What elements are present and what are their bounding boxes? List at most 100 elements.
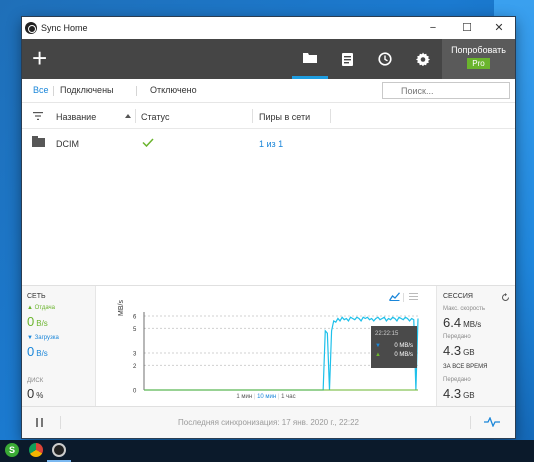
max-speed-value: 6.4 (443, 315, 462, 330)
network-panel: СЕТЬ ▲ Отдача 0 B/s ▼ Загрузка 0 B/s ДИСК … (22, 286, 96, 407)
checkmark-icon (142, 138, 154, 147)
divider (53, 86, 54, 96)
range-10min[interactable]: 10 мин (257, 394, 276, 400)
toolbar: + Попробовать Pro (22, 39, 515, 79)
down-arrow-icon: ▼ (375, 343, 381, 349)
status-bar: Последняя синхронизация: 17 янв. 2020 г.… (22, 406, 515, 438)
transferred-unit: GB (463, 348, 475, 357)
add-folder-button[interactable]: + (32, 43, 47, 73)
table-header: Название Статус Пиры в сети (22, 103, 515, 129)
filter-disconnected-tab[interactable]: Отключено (150, 85, 197, 95)
history-tab-button[interactable] (367, 39, 403, 79)
divider (330, 109, 331, 123)
filter-connected-tab[interactable]: Подключены (60, 85, 114, 95)
y-tick-label: 2 (133, 364, 137, 370)
sync-taskbar-icon[interactable] (52, 443, 66, 457)
line-chart-icon[interactable] (389, 292, 400, 301)
tooltip-up: 0 MB/s (394, 352, 413, 358)
pro-badge: Pro (467, 58, 490, 69)
disk-label: ДИСК (27, 378, 44, 384)
divider (135, 109, 136, 123)
folders-tab-button[interactable] (292, 39, 328, 79)
upload-label: ▲ Отдача (27, 305, 55, 311)
title-bar: Sync Home − ☐ ✕ (22, 17, 515, 39)
range-selector: 1 мин | 10 мин | 1 час (96, 394, 436, 400)
transferred: 4.3 GB (443, 343, 475, 358)
try-pro-button[interactable]: Попробовать Pro (442, 39, 515, 79)
folder-icon (32, 136, 45, 147)
max-speed-label: Макс. скорость (443, 306, 486, 312)
minimize-button[interactable]: − (417, 17, 449, 39)
chart-ticks: 02356 (133, 315, 137, 395)
range-1min[interactable]: 1 мин (236, 394, 252, 400)
alltime-label: Передано (443, 377, 471, 383)
folder-name: DCIM (56, 139, 79, 149)
transferred-value: 4.3 (443, 343, 462, 358)
y-tick-label: 6 (133, 315, 137, 321)
filter-all-tab[interactable]: Все (33, 85, 49, 95)
peers-count[interactable]: 1 из 1 (259, 139, 283, 149)
s-app-icon[interactable]: S (5, 443, 19, 457)
search-input[interactable] (382, 82, 510, 99)
log-tab-button[interactable] (329, 39, 365, 79)
range-1hour[interactable]: 1 час (281, 394, 295, 400)
column-header-status[interactable]: Статус (141, 112, 169, 122)
download-unit: B/s (36, 349, 48, 358)
y-tick-label: 5 (133, 327, 137, 333)
sort-ascending-icon (125, 114, 131, 118)
download-rate: 0 B/s (27, 344, 48, 359)
disk-value: 0 (27, 386, 35, 401)
tooltip-down-row: ▼ 0 MB/s (375, 343, 413, 349)
stats-panel: СЕТЬ ▲ Отдача 0 B/s ▼ Загрузка 0 B/s ДИСК … (22, 285, 515, 407)
reset-icon[interactable] (501, 293, 510, 302)
y-axis-label: MB/s (118, 300, 125, 316)
session-panel: СЕССИЯ Макс. скорость 6.4 MB/s Передано 4… (436, 286, 515, 407)
try-label: Попробовать (451, 45, 506, 55)
close-button[interactable]: ✕ (483, 17, 515, 39)
disk-usage: 0% (27, 386, 43, 401)
download-value: 0 (27, 344, 35, 359)
taskbar: S (0, 440, 534, 462)
gear-icon (416, 52, 430, 66)
activity-icon[interactable] (484, 417, 500, 427)
settings-tab-button[interactable] (405, 39, 441, 79)
divider (470, 416, 471, 429)
divider (136, 86, 137, 96)
document-icon (341, 52, 353, 66)
tooltip-down: 0 MB/s (394, 343, 413, 349)
chrome-icon[interactable] (29, 443, 43, 457)
filter-bar: Все Подключены Отключено (22, 79, 515, 103)
alltime-title: ЗА ВСЕ ВРЕМЯ (443, 364, 488, 370)
max-speed-unit: MB/s (463, 320, 482, 329)
filter-lines-icon[interactable] (33, 112, 43, 120)
column-header-name[interactable]: Название (56, 112, 96, 122)
maximize-button[interactable]: ☐ (451, 17, 483, 39)
last-sync-text: Последняя синхронизация: 17 янв. 2020 г.… (178, 418, 359, 427)
upload-rate: 0 B/s (27, 314, 48, 329)
y-tick-label: 3 (133, 352, 137, 358)
divider (252, 109, 253, 123)
disk-unit: % (36, 391, 44, 400)
upload-unit: B/s (36, 319, 48, 328)
divider: | (277, 394, 280, 400)
table-row[interactable]: DCIM 1 из 1 (22, 129, 515, 155)
transfer-chart: 02356 MB/s 1 мин | 10 мин | 1 час 22:22:… (96, 286, 436, 407)
sync-logo-icon (25, 22, 37, 34)
sync-window: Sync Home − ☐ ✕ + Попробовать Pro Все По… (22, 17, 515, 438)
chart-tooltip: 22:22:15 ▼ 0 MB/s ▲ 0 MB/s (371, 326, 417, 368)
window-title: Sync Home (41, 23, 88, 33)
alltime-transferred: 4.3 GB (443, 386, 475, 401)
divider: | (253, 394, 256, 400)
up-arrow-icon: ▲ (375, 352, 381, 358)
upload-value: 0 (27, 314, 35, 329)
list-view-icon[interactable] (409, 292, 418, 301)
network-title: СЕТЬ (27, 293, 46, 300)
column-header-peers[interactable]: Пиры в сети (259, 112, 310, 122)
divider (403, 293, 404, 302)
clock-icon (378, 52, 392, 66)
download-label: ▼ Загрузка (27, 335, 59, 341)
tooltip-time: 22:22:15 (375, 331, 399, 337)
tooltip-up-row: ▲ 0 MB/s (375, 352, 413, 358)
transferred-label: Передано (443, 334, 471, 340)
folder-icon (303, 53, 317, 63)
